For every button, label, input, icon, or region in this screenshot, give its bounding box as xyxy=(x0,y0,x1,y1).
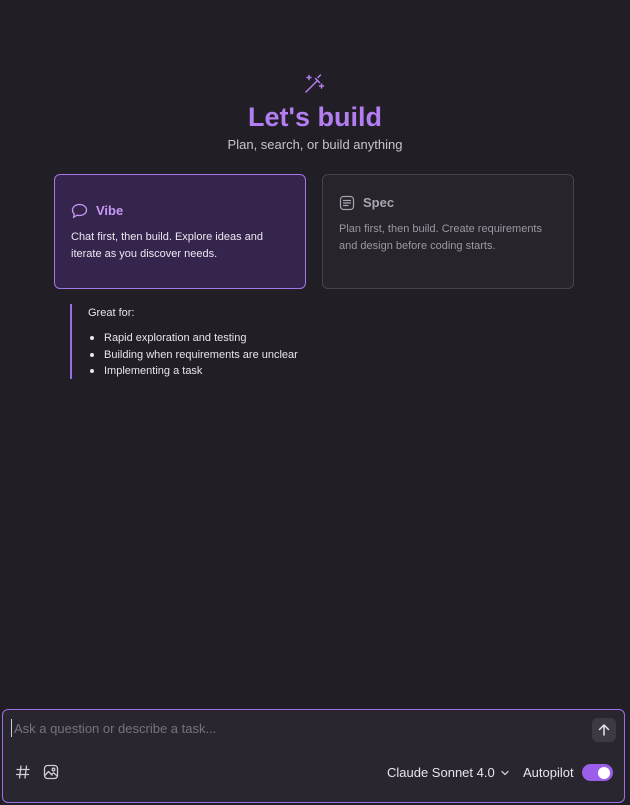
chat-input[interactable] xyxy=(11,719,574,737)
arrow-up-icon xyxy=(598,724,610,736)
image-icon xyxy=(43,764,59,780)
autopilot-label: Autopilot xyxy=(523,765,574,780)
spec-card-description: Plan first, then build. Create requireme… xyxy=(339,223,542,252)
chat-bubble-icon xyxy=(71,203,88,219)
vibe-card-header: Vibe xyxy=(71,202,123,220)
vibe-card-description: Chat first, then build. Explore ideas an… xyxy=(71,231,264,260)
list-item: Rapid exploration and testing xyxy=(88,330,298,347)
great-for-list: Rapid exploration and testing Building w… xyxy=(88,330,298,380)
chat-composer: Claude Sonnet 4.0 Autopilot xyxy=(2,709,625,803)
great-for-heading: Great for: xyxy=(88,307,135,319)
spec-card-title: Spec xyxy=(363,195,395,210)
magic-wand-icon xyxy=(305,74,325,93)
great-for-panel: Great for: Rapid exploration and testing… xyxy=(70,304,372,379)
list-item: Implementing a task xyxy=(88,363,298,380)
send-button[interactable] xyxy=(592,718,616,742)
chevron-down-icon xyxy=(501,770,509,776)
list-item: Building when requirements are unclear xyxy=(88,347,298,364)
autopilot-toggle[interactable] xyxy=(582,764,613,781)
page-title: Let's build xyxy=(248,102,382,132)
document-lines-icon xyxy=(339,195,355,211)
kiro-chat-panel: Let's build Plan, search, or build anyth… xyxy=(0,0,630,805)
model-selector[interactable]: Claude Sonnet 4.0 xyxy=(387,764,510,782)
model-label: Claude Sonnet 4.0 xyxy=(387,765,495,780)
vibe-mode-card[interactable]: Vibe Chat first, then build. Explore ide… xyxy=(54,174,306,289)
attach-image-button[interactable] xyxy=(42,763,60,781)
vibe-card-title: Vibe xyxy=(96,203,124,218)
hash-icon xyxy=(15,765,30,779)
context-button[interactable] xyxy=(14,763,32,781)
spec-mode-card[interactable]: Spec Plan first, then build. Create requ… xyxy=(322,174,574,289)
toggle-knob xyxy=(598,766,610,779)
page-subtitle: Plan, search, or build anything xyxy=(227,137,403,152)
spec-card-header: Spec xyxy=(339,194,394,212)
